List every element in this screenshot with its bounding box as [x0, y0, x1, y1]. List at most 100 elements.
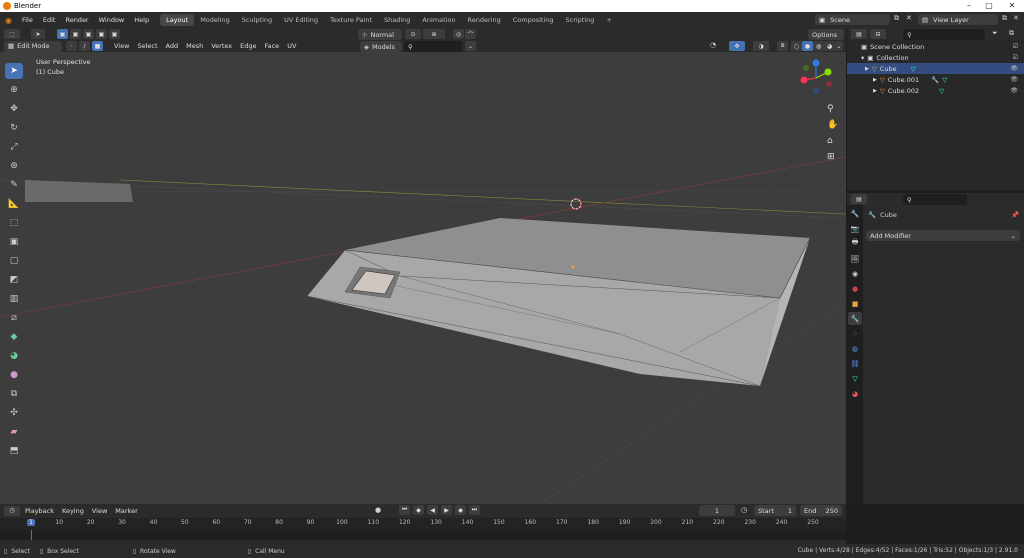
measure-tool-icon[interactable]: 📐: [5, 196, 23, 212]
mode-invert-icon[interactable]: ▣: [96, 29, 107, 39]
tab-layout[interactable]: Layout: [160, 14, 195, 26]
add-modifier-dropdown[interactable]: Add Modifier ⌄: [866, 230, 1020, 241]
mode-dropdown[interactable]: ▦ Edit Mode: [4, 40, 62, 52]
output-tab-icon[interactable]: 🖶: [848, 237, 862, 250]
expand-arrow-icon[interactable]: ▾: [861, 54, 864, 62]
jump-start-icon[interactable]: ⏮: [399, 505, 410, 515]
inset-tool-icon[interactable]: ▢: [5, 253, 23, 269]
outliner-search-input[interactable]: ⚲: [903, 29, 985, 40]
xray-toggle-icon[interactable]: ⧈: [777, 41, 788, 51]
edge-select-icon[interactable]: ∕: [79, 41, 90, 51]
menu-keying[interactable]: Keying: [58, 507, 88, 515]
rip-tool-icon[interactable]: ⬒: [5, 443, 23, 459]
visibility-eye-icon[interactable]: 👁: [1010, 65, 1018, 72]
new-view-layer-icon[interactable]: ⧉: [1002, 14, 1007, 23]
options-dropdown[interactable]: Options: [808, 29, 844, 40]
menu-file[interactable]: File: [17, 16, 38, 24]
menu-mesh[interactable]: Mesh: [182, 42, 207, 50]
pan-hand-icon[interactable]: ✋: [827, 120, 838, 130]
preview-range-icon[interactable]: ◷: [741, 506, 747, 514]
zoom-icon[interactable]: ⚲: [827, 104, 834, 114]
menu-help[interactable]: Help: [129, 16, 154, 24]
current-frame-field[interactable]: 1: [699, 505, 735, 516]
search-options-icon[interactable]: ⌄: [465, 41, 476, 51]
blender-menu-icon[interactable]: ◉: [0, 16, 17, 25]
mode-extend-icon[interactable]: ▣: [70, 29, 81, 39]
camera-view-icon[interactable]: ⌂: [827, 136, 833, 146]
rendered-shading-icon[interactable]: ◕: [824, 41, 835, 51]
new-collection-icon[interactable]: ⧉: [1009, 29, 1014, 38]
tab-compositing[interactable]: Compositing: [507, 14, 560, 26]
extrude-tool-icon[interactable]: ▣: [5, 234, 23, 250]
menu-vertex[interactable]: Vertex: [207, 42, 236, 50]
overlays-toggle-icon[interactable]: ◑: [753, 41, 769, 51]
add-workspace-icon[interactable]: +: [600, 14, 617, 26]
close-icon[interactable]: ✕: [1001, 0, 1023, 12]
minimize-icon[interactable]: –: [958, 0, 980, 12]
menu-render[interactable]: Render: [60, 16, 93, 24]
display-mode-icon[interactable]: ⊟: [870, 29, 886, 39]
view-layer-tab-icon[interactable]: 🖼: [848, 252, 862, 265]
shrink-fatten-tool-icon[interactable]: ✣: [5, 405, 23, 421]
expand-arrow-icon[interactable]: ▶: [865, 66, 869, 72]
visibility-eye-icon[interactable]: 👁: [1010, 87, 1018, 94]
mode-subtract-icon[interactable]: ▣: [83, 29, 94, 39]
wireframe-shading-icon[interactable]: ○: [791, 41, 802, 51]
scene-collection-checkbox-icon[interactable]: ☑: [1013, 43, 1018, 50]
collection-checkbox-icon[interactable]: ☑: [1013, 54, 1018, 61]
outliner-editor-type-icon[interactable]: ▤: [851, 29, 867, 39]
tab-animation[interactable]: Animation: [416, 14, 461, 26]
tab-scripting[interactable]: Scripting: [560, 14, 601, 26]
play-icon[interactable]: ▶: [441, 505, 452, 515]
remove-view-layer-icon[interactable]: ✕: [1013, 14, 1019, 22]
timeline-editor-type-icon[interactable]: ◷: [4, 505, 20, 516]
render-tab-icon[interactable]: 📷: [848, 222, 862, 235]
material-shading-icon[interactable]: ◍: [813, 41, 824, 51]
snap-target-dropdown[interactable]: ◈ Models: [360, 41, 402, 52]
menu-view[interactable]: View: [110, 42, 133, 50]
menu-window[interactable]: Window: [94, 16, 130, 24]
3d-viewport[interactable]: User Perspective (1) Cube ⚲ ✋ ⌂ ⊞: [0, 52, 846, 504]
menu-playback[interactable]: Playback: [21, 507, 58, 515]
solid-shading-icon[interactable]: ●: [802, 41, 813, 51]
outliner-item-cube-002[interactable]: ▶ ▽ Cube.002 ▽ 👁: [847, 85, 1024, 96]
visibility-eye-icon[interactable]: 👁: [1010, 76, 1018, 83]
shading-options-icon[interactable]: ⌄: [835, 41, 843, 51]
scale-tool-icon[interactable]: ⤢: [5, 139, 23, 155]
navigation-gizmo[interactable]: [796, 58, 836, 98]
scene-tab-icon[interactable]: ◉: [848, 267, 862, 280]
modifier-tab-icon[interactable]: 🔧: [848, 312, 862, 325]
gizmo-toggle-icon[interactable]: ✥: [729, 41, 745, 51]
outliner-collection[interactable]: ▾ ▣ Collection ☑: [847, 52, 1024, 63]
smooth-tool-icon[interactable]: ●: [5, 367, 23, 383]
new-scene-icon[interactable]: ⧉: [894, 14, 899, 23]
cursor-tool-icon[interactable]: ⊕: [5, 82, 23, 98]
end-frame-field[interactable]: End 250: [800, 505, 842, 516]
data-tab-icon[interactable]: ▽: [848, 372, 862, 385]
face-select-icon[interactable]: ■: [92, 41, 103, 51]
menu-face[interactable]: Face: [260, 42, 283, 50]
menu-timeline-view[interactable]: View: [88, 507, 111, 515]
move-tool-icon[interactable]: ✥: [5, 101, 23, 117]
snap-toggle-icon[interactable]: ⊕: [423, 29, 445, 39]
filter-icon[interactable]: ⏷: [992, 29, 998, 38]
add-cube-tool-icon[interactable]: ⬚: [5, 215, 23, 231]
poly-build-tool-icon[interactable]: ◆: [5, 329, 23, 345]
material-tab-icon[interactable]: ◕: [848, 387, 862, 400]
vertex-select-icon[interactable]: ⋅: [66, 41, 77, 51]
tab-sculpting[interactable]: Sculpting: [236, 14, 278, 26]
menu-edit[interactable]: Edit: [38, 16, 61, 24]
outliner-item-cube-001[interactable]: ▶ ▽ Cube.001 🔧 ▽ 👁: [847, 74, 1024, 85]
ortho-toggle-icon[interactable]: ⊞: [827, 152, 835, 162]
mode-new-icon[interactable]: ▣: [57, 29, 68, 39]
world-tab-icon[interactable]: ●: [848, 282, 862, 295]
tab-uv-editing[interactable]: UV Editing: [278, 14, 324, 26]
mode-intersect-icon[interactable]: ▣: [109, 29, 120, 39]
transform-tool-icon[interactable]: ⊛: [5, 158, 23, 174]
start-frame-field[interactable]: Start 1: [754, 505, 796, 516]
menu-add[interactable]: Add: [162, 42, 183, 50]
tab-rendering[interactable]: Rendering: [462, 14, 507, 26]
proportional-edit-icon[interactable]: ◎: [453, 29, 464, 39]
timeline-ruler[interactable]: 1 10 20 30 40 50 60 70 80 90 100 110 120 130 140 150 160…: [0, 518, 846, 530]
tool-tab-icon[interactable]: 🔧: [848, 207, 862, 220]
